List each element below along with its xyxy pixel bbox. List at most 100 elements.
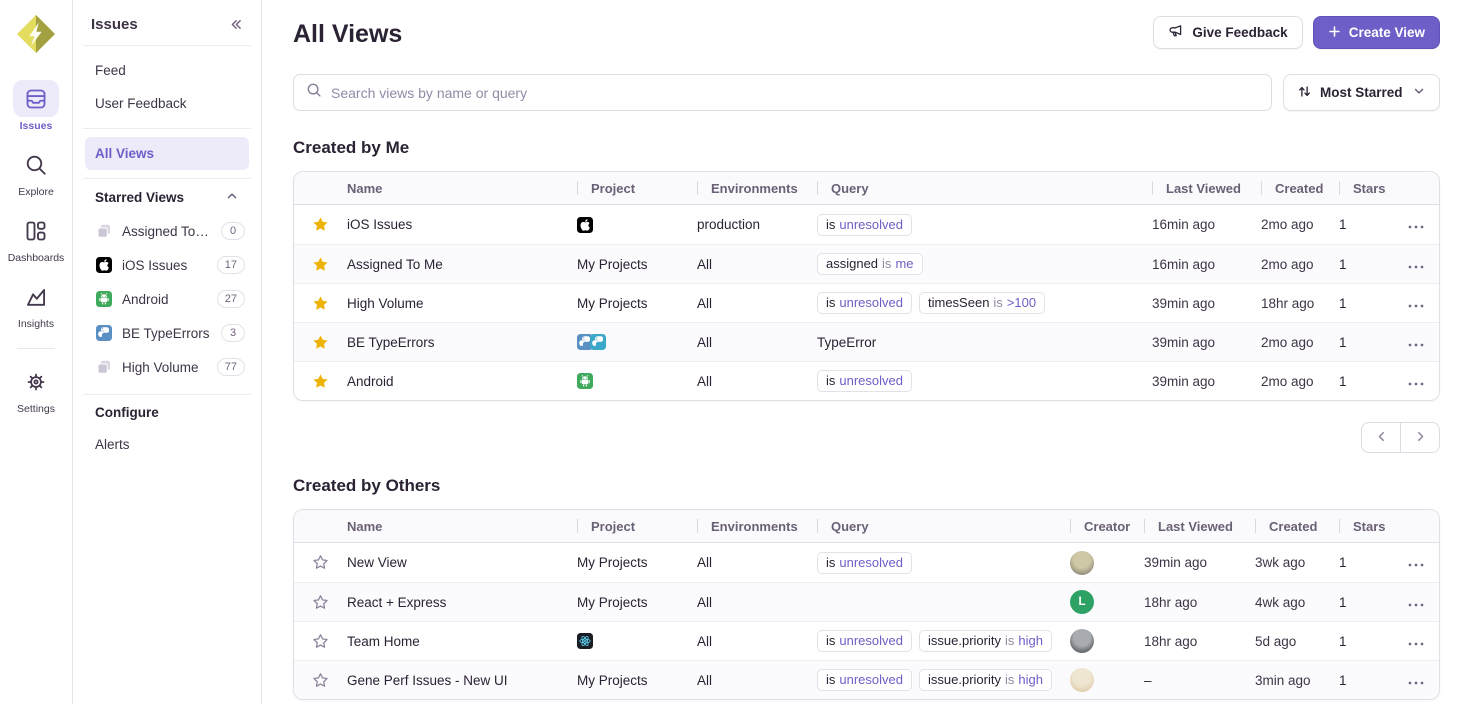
view-name-link[interactable]: React + Express <box>347 595 446 610</box>
star-outline-icon[interactable] <box>308 628 334 654</box>
star-filled-icon[interactable] <box>308 212 334 238</box>
org-logo[interactable] <box>14 12 58 56</box>
query-cell: assignedisme <box>817 253 1152 275</box>
star-filled-icon[interactable] <box>308 290 334 316</box>
query-chip: isunresolved <box>817 630 912 652</box>
project-icon-react <box>577 633 593 649</box>
creator-avatar <box>1070 668 1094 692</box>
sort-dropdown[interactable]: Most Starred <box>1283 74 1440 111</box>
starred-view-item[interactable]: iOS Issues17 <box>85 248 249 282</box>
query-chip: issue.priorityishigh <box>919 630 1052 652</box>
star-outline-icon[interactable] <box>308 589 334 615</box>
sidebar-item-feed[interactable]: Feed <box>85 54 249 87</box>
view-name-link[interactable]: High Volume <box>347 296 424 311</box>
last-viewed-value: 18hr ago <box>1144 634 1197 649</box>
table-row[interactable]: Team Home Allisunresolved issue.priorityis… <box>294 621 1439 660</box>
starred-view-count-badge: 3 <box>221 324 245 342</box>
double-chevron-left-icon[interactable] <box>226 16 243 33</box>
table-row[interactable]: iOS Issuesproductionisunresolved16min ag… <box>294 205 1439 244</box>
view-name-link[interactable]: Team Home <box>347 634 420 649</box>
row-menu-button[interactable] <box>1393 335 1439 350</box>
table-row[interactable]: New ViewMy ProjectsAllisunresolved39min … <box>294 543 1439 582</box>
row-menu-button[interactable] <box>1393 296 1439 311</box>
view-name-link[interactable]: iOS Issues <box>347 217 412 232</box>
last-viewed-value: 16min ago <box>1152 217 1215 232</box>
issues-sidebar: Issues Feed User Feedback All Views Star… <box>73 0 262 704</box>
table-row[interactable]: BE TypeErrorsAllTypeError39min ago2mo ag… <box>294 322 1439 361</box>
next-page-button[interactable] <box>1400 422 1440 453</box>
environments-value: All <box>697 335 817 350</box>
previous-page-button[interactable] <box>1361 422 1401 453</box>
table-row[interactable]: Assigned To MeMy ProjectsAllassignedisme… <box>294 244 1439 283</box>
row-menu-button[interactable] <box>1393 555 1439 570</box>
create-view-button[interactable]: Create View <box>1313 16 1440 49</box>
view-name-link[interactable]: BE TypeErrors <box>347 335 435 350</box>
view-name-link[interactable]: Android <box>347 374 394 389</box>
last-viewed-value: 39min ago <box>1152 296 1215 311</box>
last-viewed-value: 39min ago <box>1144 555 1207 570</box>
created-value: 18hr ago <box>1261 296 1314 311</box>
project-cell: My Projects <box>577 555 697 570</box>
rail-label: Dashboards <box>8 252 65 264</box>
row-menu-button[interactable] <box>1393 374 1439 389</box>
starred-view-item[interactable]: Android27 <box>85 282 249 316</box>
star-filled-icon[interactable] <box>308 368 334 394</box>
environments-value: All <box>697 555 817 570</box>
row-menu-button[interactable] <box>1393 634 1439 649</box>
rail-item-settings[interactable]: Settings <box>13 363 59 415</box>
column-header-name: Name <box>347 519 577 534</box>
creator-avatar <box>1070 629 1094 653</box>
query-plain-text: TypeError <box>817 335 876 350</box>
ellipsis-icon <box>1408 374 1424 389</box>
view-name-link[interactable]: Gene Perf Issues - New UI <box>347 673 508 688</box>
table-row[interactable]: Gene Perf Issues - New UIMy ProjectsAlli… <box>294 660 1439 699</box>
row-menu-button[interactable] <box>1393 673 1439 688</box>
row-menu-button[interactable] <box>1393 257 1439 272</box>
environments-value: All <box>697 634 817 649</box>
view-name-link[interactable]: New View <box>347 555 407 570</box>
ellipsis-icon <box>1408 335 1424 350</box>
star-filled-icon[interactable] <box>308 251 334 277</box>
starred-views-header[interactable]: Starred Views <box>85 179 249 214</box>
rail-item-dashboards[interactable]: Dashboards <box>8 212 65 264</box>
row-menu-button[interactable] <box>1393 217 1439 232</box>
give-feedback-button[interactable]: Give Feedback <box>1153 16 1302 49</box>
table-row[interactable]: High VolumeMy ProjectsAllisunresolvedtim… <box>294 283 1439 322</box>
starred-view-name: High Volume <box>122 360 199 375</box>
ellipsis-icon <box>1408 296 1424 311</box>
sidebar-item-user-feedback[interactable]: User Feedback <box>85 87 249 120</box>
rail-label: Insights <box>18 318 54 330</box>
search-views-input[interactable] <box>331 85 1259 101</box>
created-by-me-table: NameProjectEnvironmentsQueryLast ViewedC… <box>293 171 1440 401</box>
sidebar-item-alerts[interactable]: Alerts <box>85 428 249 461</box>
star-filled-icon[interactable] <box>308 329 334 355</box>
last-viewed-value: 39min ago <box>1152 335 1215 350</box>
starred-view-item[interactable]: Assigned To Me0 <box>85 214 249 248</box>
created-by-others-table: NameProjectEnvironmentsQueryCreatorLast … <box>293 509 1440 700</box>
plus-icon <box>1328 25 1341 41</box>
star-outline-icon[interactable] <box>308 550 334 576</box>
column-header-created: Created <box>1261 181 1339 196</box>
starred-view-item[interactable]: BE TypeErrors3 <box>85 316 249 350</box>
page-title: All Views <box>293 20 402 49</box>
starred-view-item[interactable]: High Volume77 <box>85 350 249 384</box>
column-header-name: Name <box>347 181 577 196</box>
environments-value: All <box>697 296 817 311</box>
last-viewed-value: 16min ago <box>1152 257 1215 272</box>
row-menu-button[interactable] <box>1393 595 1439 610</box>
starred-views-list: Assigned To Me0iOS Issues17Android27BE T… <box>85 214 249 384</box>
table-row[interactable]: React + ExpressMy ProjectsAllL18hr ago4w… <box>294 582 1439 621</box>
table-row[interactable]: AndroidAllisunresolved39min ago2mo ago1 <box>294 361 1439 400</box>
ellipsis-icon <box>1408 217 1424 232</box>
stars-count: 1 <box>1339 374 1393 389</box>
view-name-link[interactable]: Assigned To Me <box>347 257 443 272</box>
rail-item-explore[interactable]: Explore <box>13 146 59 198</box>
rail-item-issues[interactable]: Issues <box>13 80 59 132</box>
sidebar-item-all-views[interactable]: All Views <box>85 137 249 170</box>
rail-item-insights[interactable]: Insights <box>13 278 59 330</box>
star-outline-icon[interactable] <box>308 667 334 693</box>
creator-avatar <box>1070 551 1094 575</box>
column-header-project: Project <box>577 519 697 534</box>
project-icon-apple <box>577 217 593 233</box>
column-header-stars: Stars <box>1339 519 1393 534</box>
